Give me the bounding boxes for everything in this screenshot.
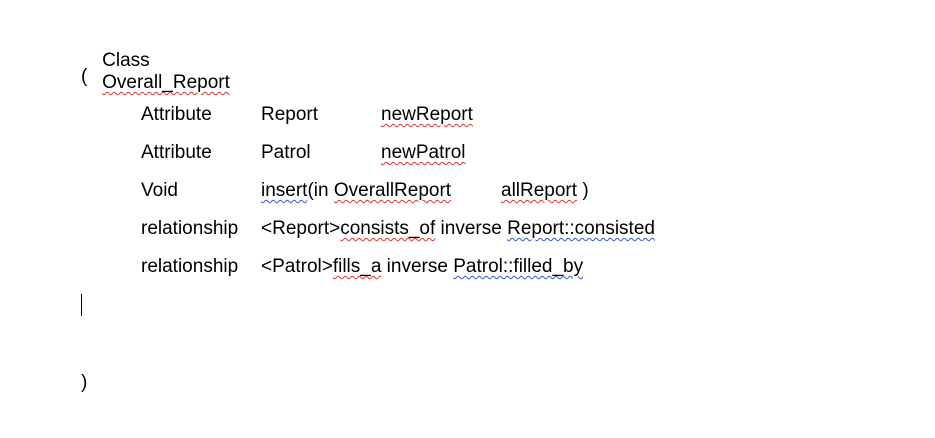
method-name: insert xyxy=(261,180,308,201)
relationship-name: fills_a xyxy=(332,256,382,277)
method-close: ) xyxy=(577,180,589,201)
open-paren: ( xyxy=(81,66,88,87)
row-kind: relationship xyxy=(141,218,239,239)
relationship-name: consists_of xyxy=(340,218,436,239)
inverse-target: Report::consisted xyxy=(507,218,655,239)
param-name: allReport xyxy=(501,180,578,201)
relationship-body: <Report>consists_of inverse Report::cons… xyxy=(261,218,655,240)
method-open: (in xyxy=(307,180,334,201)
text-caret xyxy=(81,294,82,316)
relationship-body: <Patrol>fills_a inverse Patrol::filled_b… xyxy=(261,256,583,278)
row-value: newPatrol xyxy=(381,142,466,163)
param-group: allReport ) xyxy=(501,180,589,202)
row-kind: relationship xyxy=(141,256,239,277)
relationship-target: <Report> xyxy=(261,218,341,239)
document-page[interactable]: Class Overall_Report ( Attribute Report … xyxy=(0,0,935,438)
method-signature: insert(in OverallReport xyxy=(261,180,451,202)
close-paren: ) xyxy=(81,372,88,393)
row-type: Report xyxy=(261,104,319,125)
class-name: Overall_Report xyxy=(102,72,230,93)
relationship-target: <Patrol> xyxy=(261,256,333,277)
row-type: Patrol xyxy=(261,142,311,163)
row-value: newReport xyxy=(381,104,473,125)
param-type: OverallReport xyxy=(333,180,452,201)
inverse-keyword: inverse xyxy=(381,256,454,277)
row-kind: Attribute xyxy=(141,142,212,163)
inverse-keyword: inverse xyxy=(435,218,508,239)
class-header: Class Overall_Report xyxy=(81,28,230,93)
row-kind: Attribute xyxy=(141,104,212,125)
class-keyword: Class xyxy=(102,50,150,71)
row-kind: Void xyxy=(141,180,178,201)
inverse-target: Patrol::filled_by xyxy=(453,256,584,277)
